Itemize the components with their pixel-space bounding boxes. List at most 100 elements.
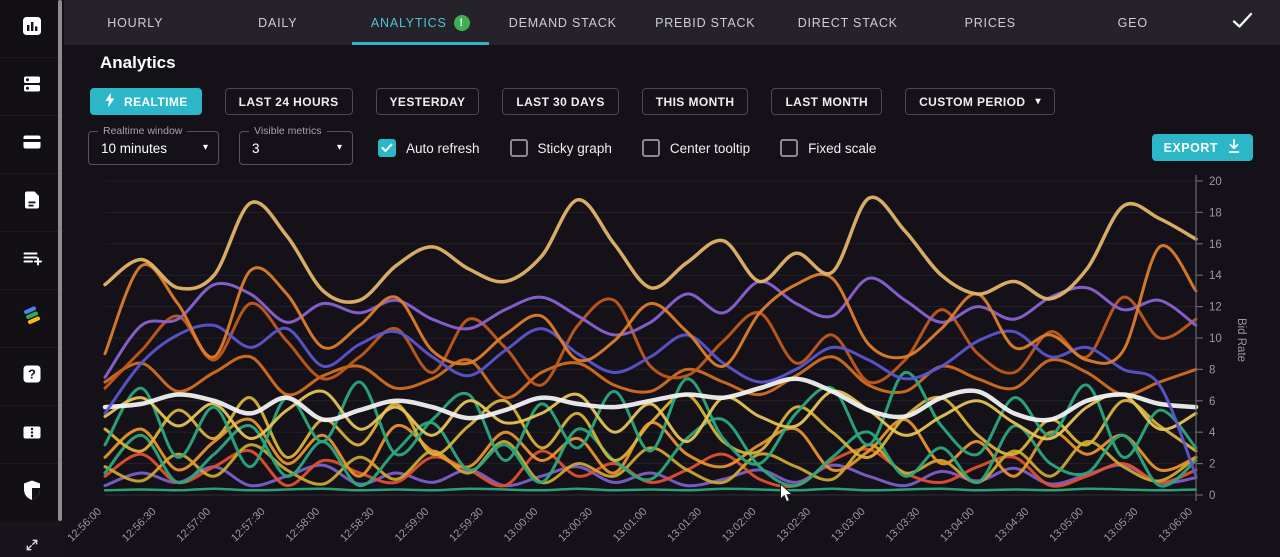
bid-rate-chart[interactable]: 0 2 4 6 8 10 12 14 16 18 20 Bid Rate 12:56:00 12:56:3… [64,170,1280,557]
svg-text:12:57:00: 12:57:00 [174,506,213,545]
export-button-label: EXPORT [1163,140,1218,155]
svg-text:12:59:30: 12:59:30 [447,506,486,545]
sidebar-item-brand-logo[interactable] [0,290,64,348]
svg-text:13:03:00: 13:03:00 [829,506,868,545]
sidebar-item-help[interactable]: ? [0,348,64,406]
svg-text:2: 2 [1209,459,1215,471]
checkbox-label: Sticky graph [537,140,612,156]
playlist-add-icon [21,247,43,274]
svg-text:12:56:00: 12:56:00 [65,506,104,545]
series-gold-top [103,195,1198,304]
nav-check-button[interactable] [1204,0,1280,45]
notification-badge: ! [453,14,470,31]
fixed-scale-checkbox[interactable]: Fixed scale [780,139,876,157]
main-content: Analytics REALTIME LAST 24 HOURS YESTERDAY… [64,45,1280,557]
svg-text:12:57:30: 12:57:30 [229,506,268,545]
svg-text:13:02:00: 13:02:00 [720,506,759,545]
chart-canvas: 0 2 4 6 8 10 12 14 16 18 20 Bid Rate 12:56:00 12:56:3… [65,175,1247,545]
svg-text:Bid Rate: Bid Rate [1235,318,1247,362]
tab-prebid-stack[interactable]: PREBID STACK [634,0,777,45]
brand-logo-icon [20,304,44,333]
tab-label: HOURLY [107,15,164,30]
auto-refresh-checkbox[interactable]: Auto refresh [378,139,480,157]
sidebar-item-shield[interactable] [0,464,64,522]
realtime-window-value: 10 minutes [101,140,168,156]
ticket-icon [21,421,43,448]
svg-text:13:00:00: 13:00:00 [502,506,541,545]
period-button-label: LAST 30 DAYS [516,94,605,109]
svg-text:13:01:00: 13:01:00 [611,506,650,545]
checkbox-box [509,139,528,157]
svg-text:4: 4 [1209,427,1216,439]
center-tooltip-checkbox[interactable]: Center tooltip [641,139,751,157]
svg-text:12: 12 [1209,302,1222,314]
realtime-window-label: Realtime window [98,125,188,137]
svg-text:?: ? [28,367,36,382]
yesterday-button[interactable]: YESTERDAY [375,88,480,115]
tab-label: GEO [1117,15,1148,30]
svg-text:12:56:30: 12:56:30 [120,506,159,545]
sidebar-item-bar-chart[interactable] [0,0,64,58]
document-icon [21,189,43,216]
series-orange-main [103,244,1198,368]
checkbox-label: Auto refresh [406,140,480,156]
sidebar-item-expand[interactable] [0,521,64,557]
period-button-label: CUSTOM PERIOD [919,94,1026,109]
svg-text:8: 8 [1209,364,1215,376]
export-button[interactable]: EXPORT [1151,134,1253,161]
visible-metrics-label: Visible metrics [249,125,327,137]
svg-text:13:06:00: 13:06:00 [1156,506,1195,545]
sidebar-scrollbar[interactable] [58,0,62,521]
sticky-graph-checkbox[interactable]: Sticky graph [509,139,612,157]
svg-text:13:03:30: 13:03:30 [884,506,923,545]
tab-demand-stack[interactable]: DEMAND STACK [492,0,635,45]
period-button-label: LAST MONTH [785,94,869,109]
svg-text:10: 10 [1209,333,1222,345]
tab-hourly[interactable]: HOURLY [64,0,207,45]
tab-direct-stack[interactable]: DIRECT STACK [777,0,920,45]
checkbox-label: Center tooltip [669,140,751,156]
shield-icon [21,479,43,506]
period-filter-row: REALTIME LAST 24 HOURS YESTERDAY LAST 30 DA… [90,88,1055,115]
visible-metrics-select[interactable]: Visible metrics 3 ▾ [239,125,353,165]
tab-label: DIRECT STACK [797,15,898,30]
period-button-label: YESTERDAY [389,94,466,109]
credit-card-icon [21,131,43,158]
tab-daily[interactable]: DAILY [207,0,350,45]
period-button-label: LAST 24 HOURS [238,94,339,109]
expand-icon [23,538,41,557]
chart-controls-row: Realtime window 10 minutes ▾ Visible met… [88,125,1280,165]
sidebar-item-credit-card[interactable] [0,116,64,174]
svg-text:13:00:30: 13:00:30 [556,506,595,545]
tab-prices[interactable]: PRICES [919,0,1062,45]
last-month-button[interactable]: LAST MONTH [771,88,883,115]
lightning-icon [104,92,116,111]
checkbox-box [641,139,660,157]
svg-text:13:04:00: 13:04:00 [938,506,977,545]
realtime-button[interactable]: REALTIME [90,88,202,115]
tab-label: ANALYTICS [370,15,447,30]
visible-metrics-value: 3 [252,140,260,156]
svg-text:6: 6 [1209,396,1215,408]
realtime-window-select[interactable]: Realtime window 10 minutes ▾ [88,125,219,165]
svg-text:20: 20 [1209,176,1222,188]
top-navigation: HOURLY DAILY ANALYTICS! DEMAND STACK PREBID … [64,0,1280,45]
last-30-days-button[interactable]: LAST 30 DAYS [502,88,619,115]
svg-text:18: 18 [1209,207,1222,219]
sidebar-item-playlist-add[interactable] [0,232,64,290]
last-24-hours-button[interactable]: LAST 24 HOURS [224,88,353,115]
period-button-label: THIS MONTH [655,94,735,109]
tab-analytics[interactable]: ANALYTICS! [349,0,492,45]
svg-text:0: 0 [1209,490,1215,502]
series-green-flat [103,487,1198,492]
custom-period-button[interactable]: CUSTOM PERIOD ▾ [905,88,1055,115]
svg-text:13:01:30: 13:01:30 [665,506,704,545]
tab-geo[interactable]: GEO [1062,0,1205,45]
bar-chart-icon [21,15,43,42]
check-icon [1232,12,1253,34]
this-month-button[interactable]: THIS MONTH [641,88,749,115]
sidebar-item-document[interactable] [0,174,64,232]
sidebar-item-ticket[interactable] [0,406,64,464]
sidebar-item-dns-list[interactable] [0,58,64,116]
svg-text:12:59:00: 12:59:00 [393,506,432,545]
